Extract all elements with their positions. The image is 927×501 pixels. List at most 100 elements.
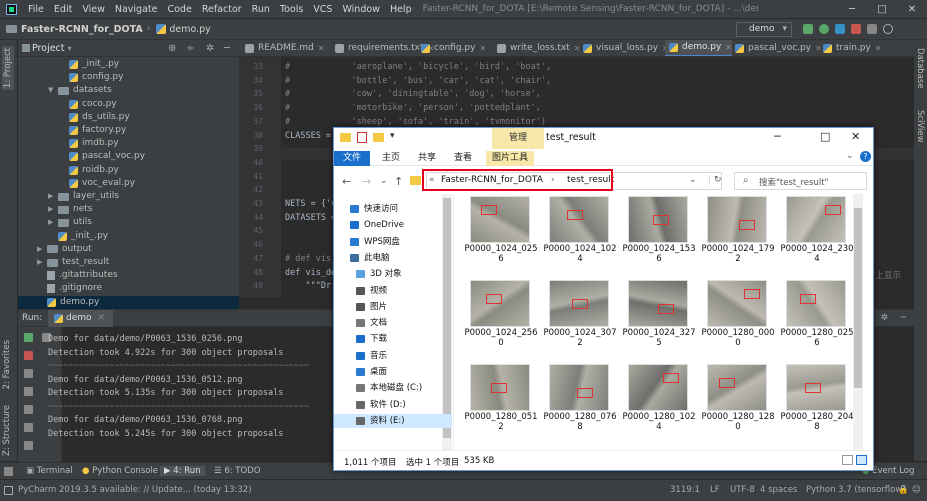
project-structure-icon[interactable] <box>867 24 877 34</box>
chevron-right-icon[interactable]: ▶ <box>48 203 56 216</box>
tree-item[interactable]: ▶ utils <box>18 216 92 229</box>
chevron-right-icon[interactable]: ▶ <box>48 190 56 203</box>
project-panel-title[interactable]: Project <box>32 43 65 54</box>
menu-item-edit[interactable]: Edit <box>49 4 77 15</box>
hide-icon[interactable]: ─ <box>224 43 230 54</box>
tree-item[interactable]: .gitignore <box>18 282 102 295</box>
collapse-icon[interactable]: ÷ <box>186 43 194 54</box>
nav-item[interactable]: 文档 <box>356 316 387 330</box>
nav-item[interactable]: 此电脑 <box>350 251 390 265</box>
large-icons-view-icon[interactable] <box>856 455 867 465</box>
menu-item-run[interactable]: Run <box>247 4 275 15</box>
run-tab-demo[interactable]: demo ✕ <box>48 310 114 327</box>
manage-tab[interactable]: 管理 <box>492 128 544 149</box>
new-folder-icon[interactable] <box>373 133 384 142</box>
database-tool-tab[interactable]: Database <box>915 48 925 89</box>
tree-item[interactable]: ▶ nets <box>18 203 92 216</box>
nav-item[interactable]: 本地磁盘 (C:) <box>356 381 422 395</box>
editor-tab[interactable]: README.md ✕ <box>241 40 325 56</box>
properties-icon[interactable] <box>357 132 367 143</box>
tree-item[interactable]: ▼ datasets <box>18 84 112 97</box>
file-thumbnail[interactable]: P0000_1280_2048 <box>778 364 854 434</box>
chevron-down-icon[interactable]: ▼ <box>48 84 56 97</box>
close-tab-icon[interactable]: ✕ <box>479 40 486 56</box>
tree-item[interactable]: ▶ test_result <box>18 256 109 269</box>
indent-setting[interactable]: 4 spaces <box>760 485 797 495</box>
status-message[interactable]: PyCharm 2019.3.5 available: // Update...… <box>18 485 252 495</box>
file-thumbnail[interactable]: P0000_1024_3275 <box>620 280 696 350</box>
coverage-icon[interactable] <box>835 24 845 34</box>
gear-icon[interactable]: ✲ <box>880 313 888 323</box>
details-view-icon[interactable] <box>842 455 853 465</box>
scroll-down-icon[interactable] <box>24 387 33 396</box>
menu-item-file[interactable]: File <box>23 4 49 15</box>
close-tab-icon[interactable]: ✕ <box>875 40 882 56</box>
nav-item[interactable]: 资料 (E:) <box>334 413 452 428</box>
nav-item[interactable]: 3D 对象 <box>356 267 402 281</box>
menu-item-vcs[interactable]: VCS <box>308 4 337 15</box>
hide-icon[interactable]: ─ <box>901 313 906 323</box>
terminal-tab[interactable]: ▣ Terminal <box>26 466 73 476</box>
close-tab-icon[interactable]: ✕ <box>98 313 106 323</box>
menu-item-view[interactable]: View <box>77 4 110 15</box>
tree-item[interactable]: factory.py <box>18 124 126 137</box>
nav-item[interactable]: WPS网盘 <box>350 235 400 249</box>
tool-windows-icon[interactable] <box>4 467 13 476</box>
nav-item[interactable]: 软件 (D:) <box>356 398 406 412</box>
favorites-tool-tab[interactable]: 2: Favorites <box>2 340 12 389</box>
run-icon[interactable] <box>803 24 813 34</box>
file-thumbnail[interactable]: P0000_1280_0512 <box>462 364 538 434</box>
tree-item[interactable]: ▶ output <box>18 243 92 256</box>
nav-item[interactable]: 下载 <box>356 332 387 346</box>
status-window-icon[interactable] <box>4 486 13 495</box>
refresh-icon[interactable]: ↻ <box>709 175 722 185</box>
trash-icon[interactable] <box>24 441 33 450</box>
menu-item-navigate[interactable]: Navigate <box>110 4 163 15</box>
breadcrumb-project[interactable]: Faster-RCNN_for_DOTA <box>6 24 143 35</box>
file-thumbnail[interactable]: P0000_1280_0768 <box>541 364 617 434</box>
tree-item[interactable]: ds_utils.py <box>18 111 130 124</box>
project-tool-tab[interactable]: 1: Project <box>2 46 14 91</box>
nav-item[interactable]: 视频 <box>356 284 387 298</box>
close-icon[interactable]: ✕ <box>851 130 860 143</box>
print-icon[interactable] <box>24 423 33 432</box>
tree-item[interactable]: _init_.py <box>18 230 108 243</box>
file-thumbnail[interactable]: P0000_1024_1792 <box>699 196 775 266</box>
sciview-tool-tab[interactable]: SciView <box>915 110 925 143</box>
menu-item-help[interactable]: Help <box>385 4 417 15</box>
recent-chevron-icon[interactable]: ⌄ <box>380 176 388 186</box>
close-icon[interactable]: ✕ <box>897 0 927 19</box>
rerun-icon[interactable] <box>24 333 33 342</box>
chevron-right-icon[interactable]: ▶ <box>37 256 45 269</box>
structure-tool-tab[interactable]: Z: Structure <box>2 405 12 456</box>
chevron-right-icon[interactable]: ▶ <box>48 216 56 229</box>
run-tab[interactable]: ▶ 4: Run <box>160 466 205 476</box>
run-config-select[interactable]: demo ▾ <box>736 22 792 37</box>
locate-icon[interactable]: ⊕ <box>168 43 176 54</box>
menu-item-code[interactable]: Code <box>162 4 196 15</box>
ribbon-tab-picture-tools[interactable]: 图片工具 <box>486 151 535 166</box>
gear-icon[interactable]: ✲ <box>206 43 214 54</box>
ribbon-tab-view[interactable]: 查看 <box>448 151 478 166</box>
chevron-down-icon[interactable]: ▾ <box>68 44 72 53</box>
chevron-down-icon[interactable]: ⌄ <box>689 175 697 185</box>
file-thumbnail[interactable]: P0000_1024_2560 <box>462 280 538 350</box>
quick-access-chevron-icon[interactable]: ▾ <box>390 131 395 141</box>
tree-item[interactable]: ▶ layer_utils <box>18 190 119 203</box>
python-console-tab[interactable]: ● Python Console <box>82 466 158 476</box>
editor-tab[interactable]: write_loss.txt ✕ <box>493 40 580 56</box>
tree-item[interactable]: roidb.py <box>18 164 119 177</box>
ribbon-tab-file[interactable]: 文件 <box>334 151 370 166</box>
tree-item[interactable]: demo.py <box>18 295 239 309</box>
debug-icon[interactable] <box>819 24 829 34</box>
content-scrollbar-thumb[interactable] <box>854 208 862 388</box>
stop-icon[interactable] <box>24 351 33 360</box>
file-thumbnail[interactable]: P0000_1024_2304 <box>778 196 854 266</box>
lock-icon[interactable]: 🔒 <box>898 485 909 495</box>
file-thumbnail[interactable]: P0000_1280_1280 <box>699 364 775 434</box>
nav-scrollbar[interactable] <box>442 194 452 450</box>
breadcrumb-file[interactable]: demo.py <box>156 24 211 35</box>
maximize-icon[interactable]: □ <box>820 130 830 143</box>
search-box[interactable]: ⌕ 搜索"test_result" <box>734 172 867 190</box>
caret-position[interactable]: 3119:1 <box>670 485 700 495</box>
